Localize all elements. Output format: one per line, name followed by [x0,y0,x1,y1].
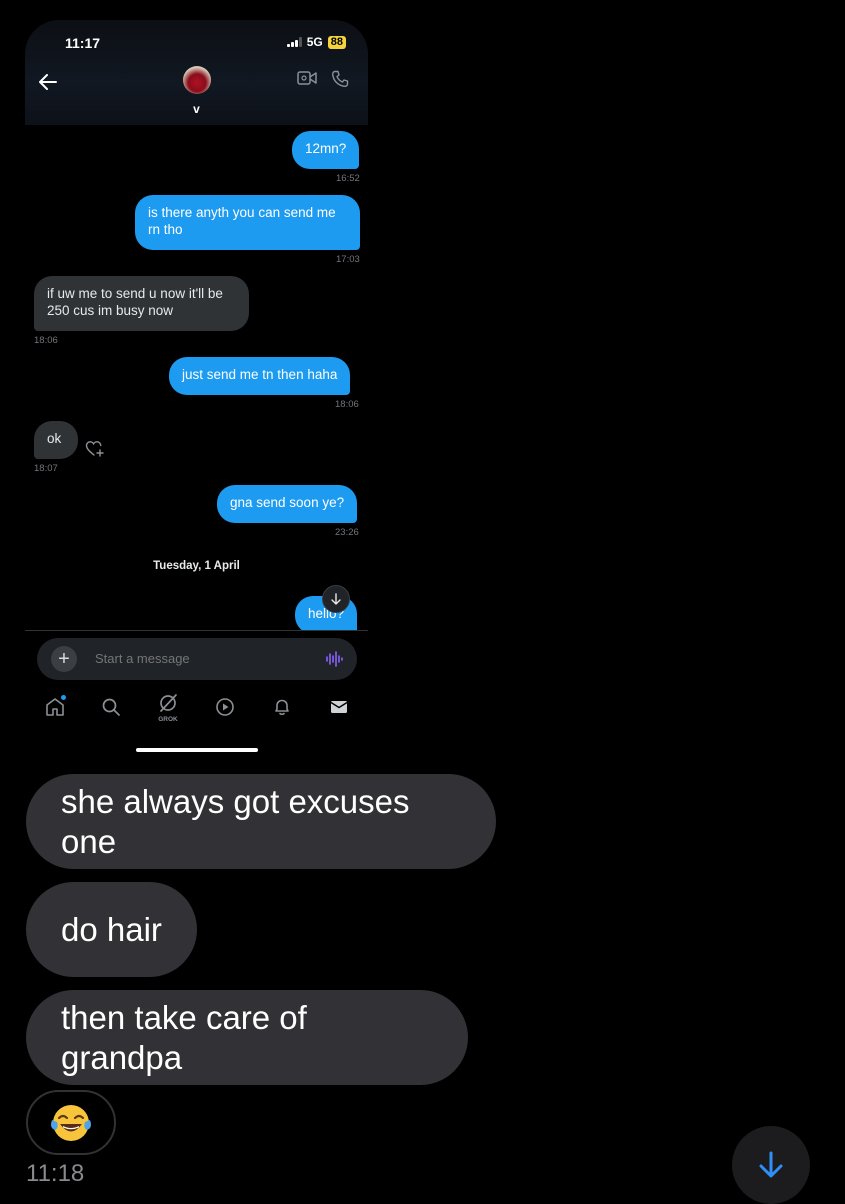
heart-plus-icon[interactable] [85,440,105,458]
home-indicator [136,748,258,752]
video-call-icon[interactable] [297,70,319,90]
message-bubble[interactable]: just send me tn then haha [169,357,351,395]
chat-message-bubble[interactable]: she always got excuses one [26,774,496,869]
message-input[interactable] [95,651,295,666]
chat-timestamp: 11:18 [26,1160,85,1187]
contact-name[interactable]: v [25,102,368,116]
bell-icon [275,699,289,716]
message-bubble[interactable]: if uw me to send u now it'll be 250 cus … [34,276,249,331]
bottom-tab-bar: GROK [25,694,368,728]
message-bubble[interactable]: 12mn? [292,131,360,169]
tab-search[interactable] [98,694,124,720]
dm-header: 11:17 5G 88 v [25,20,368,125]
voice-wave-icon[interactable] [325,650,343,668]
status-indicators: 5G 88 [286,35,346,49]
signal-icon [286,37,302,47]
embedded-dm-screenshot: 11:17 5G 88 v 12mn? 16:52 is there anyth… [25,20,368,762]
message-timestamp: 18:06 [34,335,58,346]
plus-icon[interactable]: + [51,646,77,672]
message-timestamp: 18:06 [335,399,359,410]
message-clip: hello? [25,580,368,630]
divider [25,630,368,631]
arrow-down-icon [331,593,341,605]
date-separator: Tuesday, 1 April [153,560,240,572]
message-timestamp: 16:52 [336,173,360,184]
tab-messages[interactable] [326,694,352,720]
arrow-down-icon [759,1151,783,1178]
notification-dot [61,695,66,700]
message-bubble[interactable]: is there anyth you can send me rn tho [135,195,360,250]
message-timestamp: 23:26 [335,527,359,538]
search-icon [102,698,120,716]
message-timestamp: 18:07 [34,463,58,474]
chat-message-bubble[interactable]: do hair [26,882,197,977]
play-icon [216,698,234,716]
status-time: 11:17 [65,35,101,51]
contact-avatar[interactable] [183,66,211,94]
back-arrow-icon[interactable] [35,70,61,94]
message-bubble[interactable]: gna send soon ye? [217,485,358,523]
tears-of-joy-emoji-icon [51,1104,91,1141]
tab-home[interactable] [42,694,68,720]
message-timestamp: 17:03 [336,254,360,265]
message-composer: + [37,638,357,680]
mail-icon [330,701,348,713]
tab-notifications[interactable] [269,694,295,720]
scroll-down-button[interactable] [322,585,350,613]
message-bubble[interactable]: ok [34,421,78,459]
phone-call-icon[interactable] [331,70,353,90]
tab-video[interactable] [212,694,238,720]
grok-label: GROK [158,716,178,723]
battery-icon: 88 [327,35,346,49]
chat-message-bubble[interactable]: then take care of grandpa [26,990,468,1085]
network-label: 5G [306,35,323,49]
grok-icon [160,694,177,712]
scroll-to-bottom-button[interactable] [732,1126,810,1204]
emoji-message[interactable] [26,1090,116,1155]
tab-grok[interactable]: GROK [155,694,181,723]
